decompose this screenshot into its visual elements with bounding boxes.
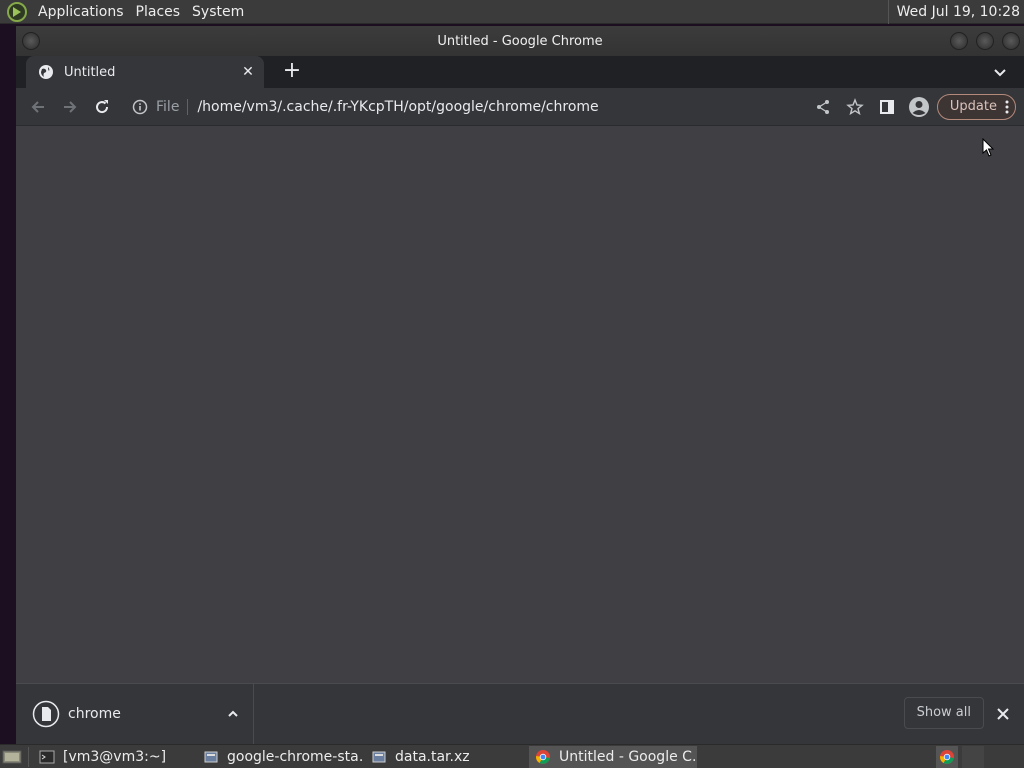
- window-title: Untitled - Google Chrome: [437, 33, 603, 49]
- menu-applications[interactable]: Applications: [32, 0, 130, 24]
- close-icon[interactable]: [992, 703, 1014, 725]
- tab-title: Untitled: [64, 64, 116, 80]
- download-item[interactable]: chrome: [16, 683, 254, 745]
- top-panel: Applications Places System Wed Jul 19, 1…: [0, 0, 1024, 24]
- window-controls: [950, 32, 1020, 50]
- profile-button[interactable]: [903, 91, 935, 123]
- chevron-up-icon: [228, 710, 238, 717]
- desktop-background: [0, 24, 16, 744]
- task-label: google-chrome-sta…: [227, 748, 365, 765]
- tab-untitled[interactable]: Untitled ✕: [26, 56, 264, 88]
- workspace-2[interactable]: [962, 746, 984, 768]
- task-label: data.tar.xz: [395, 748, 470, 765]
- close-window-button[interactable]: [1002, 32, 1020, 50]
- side-panel-button[interactable]: [871, 91, 903, 123]
- close-tab-icon[interactable]: ✕: [240, 64, 256, 80]
- page-content[interactable]: [16, 126, 1024, 683]
- reload-icon: [96, 99, 109, 113]
- update-label: Update: [949, 99, 997, 114]
- menu-places[interactable]: Places: [130, 0, 187, 24]
- browser-toolbar: File /home/vm3/.cache/.fr-YKcpTH/opt/goo…: [16, 88, 1024, 126]
- avatar-icon: [908, 96, 929, 117]
- archive-icon: [372, 751, 386, 762]
- share-icon: [816, 99, 829, 114]
- globe-icon: [39, 65, 53, 79]
- show-all-button[interactable]: Show all: [903, 697, 984, 729]
- chrome-window: Untitled - Google Chrome Untitled ✕ + Fi…: [16, 26, 1024, 745]
- panel-clock[interactable]: Wed Jul 19, 10:28: [887, 0, 1020, 24]
- share-button[interactable]: [807, 91, 839, 123]
- download-filename: chrome: [68, 706, 121, 722]
- tab-strip: Untitled ✕ +: [16, 56, 1024, 88]
- chrome-icon: [940, 750, 954, 764]
- panel-separator: [28, 746, 29, 767]
- minimize-button[interactable]: [950, 32, 968, 50]
- download-shelf: chrome Show all: [16, 683, 1024, 745]
- mouse-cursor-icon: [982, 138, 995, 157]
- archive-icon: [204, 751, 218, 762]
- task-label: Untitled - Google C…: [559, 748, 697, 765]
- new-tab-button[interactable]: +: [278, 58, 306, 86]
- desktop-icon: [2, 750, 22, 763]
- reload-button[interactable]: [86, 91, 118, 123]
- taskbar-item-chrome[interactable]: Untitled - Google C…: [529, 745, 697, 768]
- taskbar-item-archive-1[interactable]: google-chrome-sta…: [197, 746, 365, 768]
- file-icon: [32, 700, 60, 728]
- taskbar-item-terminal[interactable]: [vm3@vm3:~]: [33, 746, 197, 768]
- star-icon: [846, 97, 864, 115]
- back-button[interactable]: [22, 91, 54, 123]
- mate-menu-icon[interactable]: [6, 1, 28, 23]
- task-label: [vm3@vm3:~]: [63, 748, 167, 765]
- window-titlebar[interactable]: Untitled - Google Chrome: [16, 26, 1024, 56]
- more-vert-icon[interactable]: [1005, 100, 1009, 114]
- url-text[interactable]: /home/vm3/.cache/.fr-YKcpTH/opt/google/c…: [197, 99, 806, 115]
- forward-button[interactable]: [54, 91, 86, 123]
- bottom-panel: [vm3@vm3:~] google-chrome-sta… data.tar.…: [0, 744, 1024, 768]
- arrow-left-icon: [31, 100, 44, 113]
- chrome-icon: [536, 749, 550, 764]
- tab-search-chevron-icon[interactable]: [990, 62, 1010, 82]
- update-button[interactable]: Update: [936, 93, 1016, 120]
- menu-system[interactable]: System: [186, 0, 250, 24]
- omnibox[interactable]: File /home/vm3/.cache/.fr-YKcpTH/opt/goo…: [124, 92, 871, 122]
- workspace-1[interactable]: [936, 746, 958, 768]
- window-menu-button[interactable]: [22, 32, 40, 50]
- side-panel-icon: [879, 99, 894, 114]
- show-desktop-button[interactable]: [0, 746, 24, 768]
- bookmark-button[interactable]: [839, 91, 871, 123]
- download-menu-button[interactable]: [219, 700, 247, 728]
- url-scheme-label: File: [156, 98, 189, 115]
- taskbar-item-archive-2[interactable]: data.tar.xz: [365, 746, 529, 768]
- arrow-right-icon: [64, 100, 77, 113]
- info-icon[interactable]: [132, 99, 148, 115]
- maximize-button[interactable]: [976, 32, 994, 50]
- terminal-icon: [39, 750, 55, 763]
